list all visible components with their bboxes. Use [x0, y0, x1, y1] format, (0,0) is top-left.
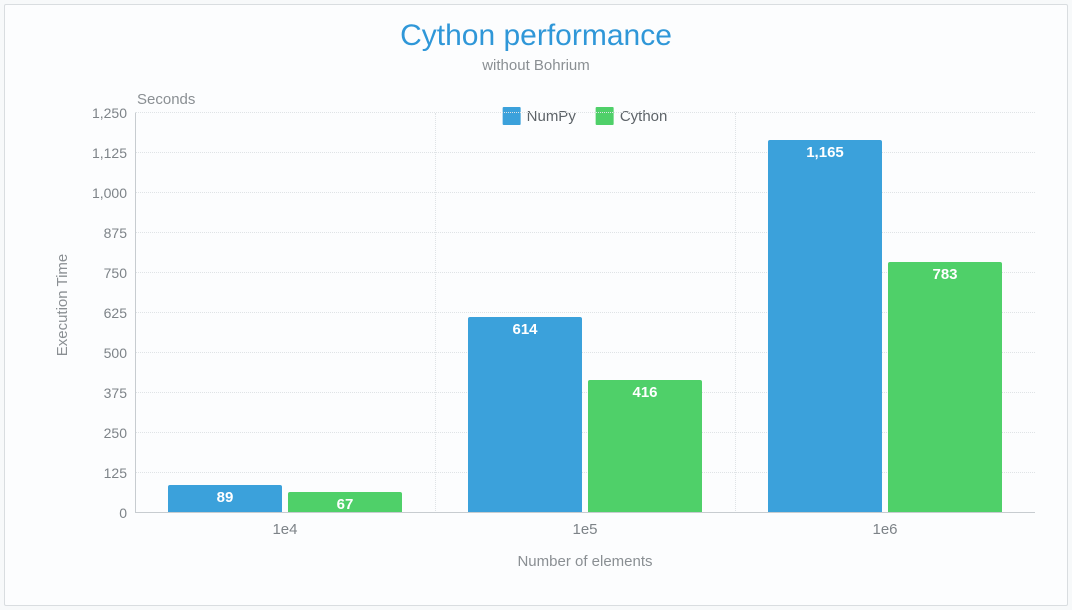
plot-area: NumPy Cython 01252503755006257508751,000… [135, 113, 1035, 513]
bar-value-label: 614 [468, 321, 582, 338]
x-axis-label: Number of elements [135, 553, 1035, 570]
grid-vline [435, 113, 436, 513]
bar-numpy-1e4: 89 [168, 485, 282, 513]
bar-value-label: 1,165 [768, 144, 882, 161]
bar-cython-1e5: 416 [588, 380, 702, 513]
y-tick-label: 1,250 [92, 105, 135, 121]
legend-item-cython: Cython [596, 107, 668, 125]
y-unit-label: Seconds [137, 91, 195, 108]
y-tick-label: 1,000 [92, 185, 135, 201]
legend-label-cython: Cython [620, 108, 668, 125]
grid-hline [135, 112, 1035, 113]
y-tick-label: 0 [119, 505, 135, 521]
chart-title: Cython performance [5, 19, 1067, 53]
grid-hline [135, 232, 1035, 233]
y-tick-label: 500 [104, 345, 135, 361]
y-axis-line [135, 113, 136, 513]
bar-numpy-1e6: 1,165 [768, 140, 882, 513]
y-axis-label: Execution Time [54, 254, 71, 357]
chart-subtitle: without Bohrium [5, 57, 1067, 74]
bar-value-label: 67 [288, 496, 402, 513]
x-tick-label: 1e5 [572, 513, 597, 538]
bar-numpy-1e5: 614 [468, 317, 582, 513]
bar-value-label: 783 [888, 266, 1002, 283]
legend-swatch-cython [596, 107, 614, 125]
legend-swatch-numpy [503, 107, 521, 125]
grid-hline [135, 152, 1035, 153]
bar-value-label: 416 [588, 384, 702, 401]
y-tick-label: 1,125 [92, 145, 135, 161]
y-tick-label: 125 [104, 465, 135, 481]
legend-item-numpy: NumPy [503, 107, 576, 125]
y-tick-label: 750 [104, 265, 135, 281]
grid-hline [135, 192, 1035, 193]
grid-vline [735, 113, 736, 513]
bar-value-label: 89 [168, 489, 282, 506]
legend-label-numpy: NumPy [527, 108, 576, 125]
legend: NumPy Cython [503, 107, 668, 125]
bar-cython-1e4: 67 [288, 492, 402, 513]
y-tick-label: 875 [104, 225, 135, 241]
bar-cython-1e6: 783 [888, 262, 1002, 513]
chart-card: Cython performance without Bohrium Secon… [4, 4, 1068, 606]
x-tick-label: 1e4 [272, 513, 297, 538]
y-tick-label: 375 [104, 385, 135, 401]
y-tick-label: 625 [104, 305, 135, 321]
y-tick-label: 250 [104, 425, 135, 441]
x-tick-label: 1e6 [872, 513, 897, 538]
